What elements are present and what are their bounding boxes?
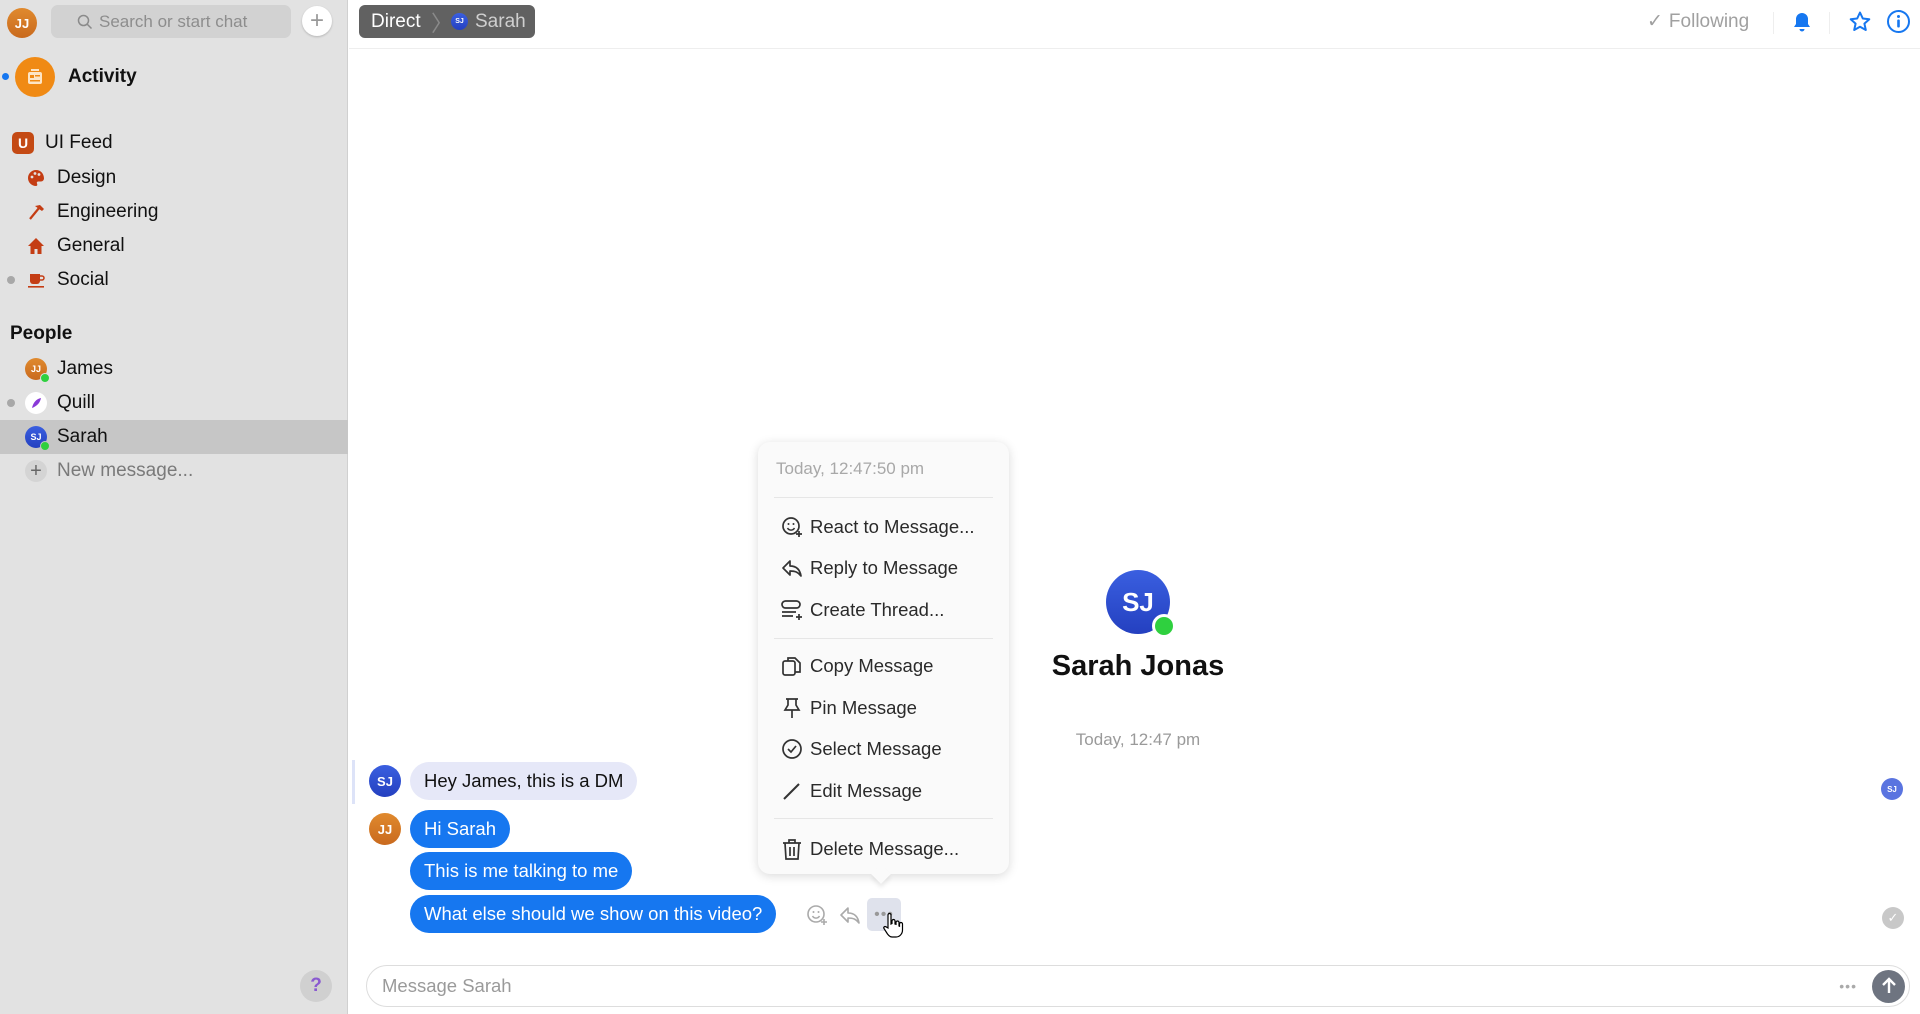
star-icon[interactable] [1848, 10, 1872, 34]
top-bar: Direct 〉 SJ Sarah ✓ Following [349, 0, 1920, 49]
user-avatar[interactable]: JJ [7, 8, 37, 38]
people-header: People [10, 323, 73, 344]
following-button[interactable]: ✓ Following [1647, 10, 1749, 33]
send-button[interactable] [1872, 969, 1905, 1003]
breadcrumb-direct[interactable]: Direct [371, 11, 421, 33]
sidebar-item-label: James [57, 358, 113, 379]
menu-item-react[interactable]: React to Message... [758, 509, 1009, 545]
thread-icon [781, 600, 802, 620]
profile-avatar: SJ [1106, 570, 1176, 638]
read-receipt-avatar: SJ [1881, 778, 1903, 800]
plus-icon: + [309, 7, 324, 34]
unread-dot [7, 399, 15, 407]
sidebar-item-general[interactable]: General [0, 229, 348, 263]
checkmark-icon: ✓ [1647, 11, 1663, 32]
online-indicator [1152, 614, 1176, 638]
message-bubble[interactable]: This is me talking to me [410, 852, 633, 890]
new-message-button[interactable]: + New message... [0, 454, 348, 488]
menu-item-create-thread[interactable]: Create Thread... [758, 592, 1009, 628]
avatar: JJ [25, 358, 50, 383]
search-icon [77, 14, 93, 30]
sidebar-item-label: Social [57, 269, 109, 290]
sidebar-item-activity[interactable]: Activity [0, 57, 348, 97]
divider [774, 497, 993, 498]
breadcrumb: Direct 〉 SJ Sarah [359, 5, 535, 38]
following-label: Following [1668, 10, 1750, 32]
message-context-menu: Today, 12:47:50 pm React to Message... R… [758, 442, 1009, 884]
menu-item-reply[interactable]: Reply to Message [758, 550, 1009, 586]
palette-icon [26, 168, 46, 188]
menu-item-delete[interactable]: Delete Message... [758, 831, 1009, 867]
breadcrumb-sarah[interactable]: Sarah [475, 11, 526, 33]
workspace-badge: U [12, 132, 34, 154]
workspace-name: UI Feed [45, 132, 113, 153]
online-indicator [40, 373, 50, 383]
menu-item-edit[interactable]: Edit Message [758, 773, 1009, 809]
house-icon [26, 236, 46, 256]
sender-avatar: JJ [369, 813, 401, 845]
message-input[interactable]: Message Sarah ••• [366, 965, 1910, 1007]
hand-cursor-icon [883, 912, 904, 938]
quill-avatar [25, 392, 47, 414]
sidebar-item-label: Quill [57, 392, 96, 413]
search-placeholder: Search or start chat [99, 11, 248, 31]
sidebar-item-label: Design [57, 167, 117, 188]
sidebar-item-social[interactable]: Social [0, 263, 348, 297]
new-chat-button[interactable]: + [302, 6, 332, 36]
menu-item-pin[interactable]: Pin Message [758, 690, 1009, 726]
chevron-right-icon: 〉 [431, 10, 454, 36]
divider [1773, 12, 1774, 34]
online-indicator [40, 441, 50, 451]
message-bubble[interactable]: What else should we show on this video? [410, 895, 777, 933]
divider [774, 818, 993, 819]
reply-icon [782, 560, 802, 577]
more-options-icon[interactable]: ••• [1839, 978, 1857, 994]
info-icon[interactable] [1886, 9, 1911, 34]
coffee-cup-icon [26, 270, 46, 290]
bell-icon[interactable] [1791, 11, 1813, 33]
arrow-up-icon [1881, 977, 1896, 993]
divider [1829, 12, 1830, 34]
menu-pointer [871, 864, 891, 884]
message-bubble[interactable]: Hey James, this is a DM [410, 762, 638, 800]
trash-icon [783, 839, 801, 860]
menu-timestamp: Today, 12:47:50 pm [776, 459, 925, 478]
sidebar-item-label: Sarah [57, 426, 108, 447]
sidebar-item-engineering[interactable]: Engineering [0, 195, 348, 229]
pencil-icon [783, 783, 800, 800]
sidebar-item-label: Activity [68, 66, 137, 87]
avatar: SJ [451, 13, 468, 30]
sidebar-item-sarah[interactable]: SJ Sarah [0, 420, 348, 454]
sidebar-item-quill[interactable]: Quill [0, 386, 348, 420]
hammer-icon [26, 202, 46, 222]
unread-dot [2, 73, 9, 80]
menu-item-select[interactable]: Select Message [758, 731, 1009, 767]
help-button[interactable]: ? [300, 970, 332, 1002]
check-circle-icon [782, 739, 802, 759]
sender-avatar: SJ [369, 765, 401, 797]
sidebar-item-label: Engineering [57, 201, 159, 222]
react-emoji-icon [782, 517, 802, 537]
plus-icon: + [25, 460, 47, 482]
message-bubble[interactable]: Hi Sarah [410, 810, 510, 848]
sidebar-item-label: New message... [57, 460, 194, 481]
divider [774, 638, 993, 639]
avatar: SJ [25, 426, 50, 451]
sidebar-item-label: General [57, 235, 125, 256]
activity-icon [15, 57, 55, 97]
delivered-check-icon: ✓ [1882, 907, 1904, 929]
search-input[interactable]: Search or start chat [51, 5, 291, 38]
menu-item-copy[interactable]: Copy Message [758, 648, 1009, 684]
message-highlight-bar [352, 760, 355, 804]
unread-dot [7, 276, 15, 284]
sidebar: JJ Search or start chat + Activity U UI … [0, 0, 348, 1014]
pin-icon [783, 698, 801, 718]
sidebar-item-james[interactable]: JJ James [0, 352, 348, 386]
message-input-placeholder: Message Sarah [382, 975, 512, 996]
reply-icon[interactable] [838, 904, 862, 926]
react-emoji-icon[interactable] [805, 903, 829, 927]
copy-icon [782, 657, 801, 676]
workspace-header[interactable]: U UI Feed [0, 126, 348, 160]
sidebar-item-design[interactable]: Design [0, 161, 348, 195]
